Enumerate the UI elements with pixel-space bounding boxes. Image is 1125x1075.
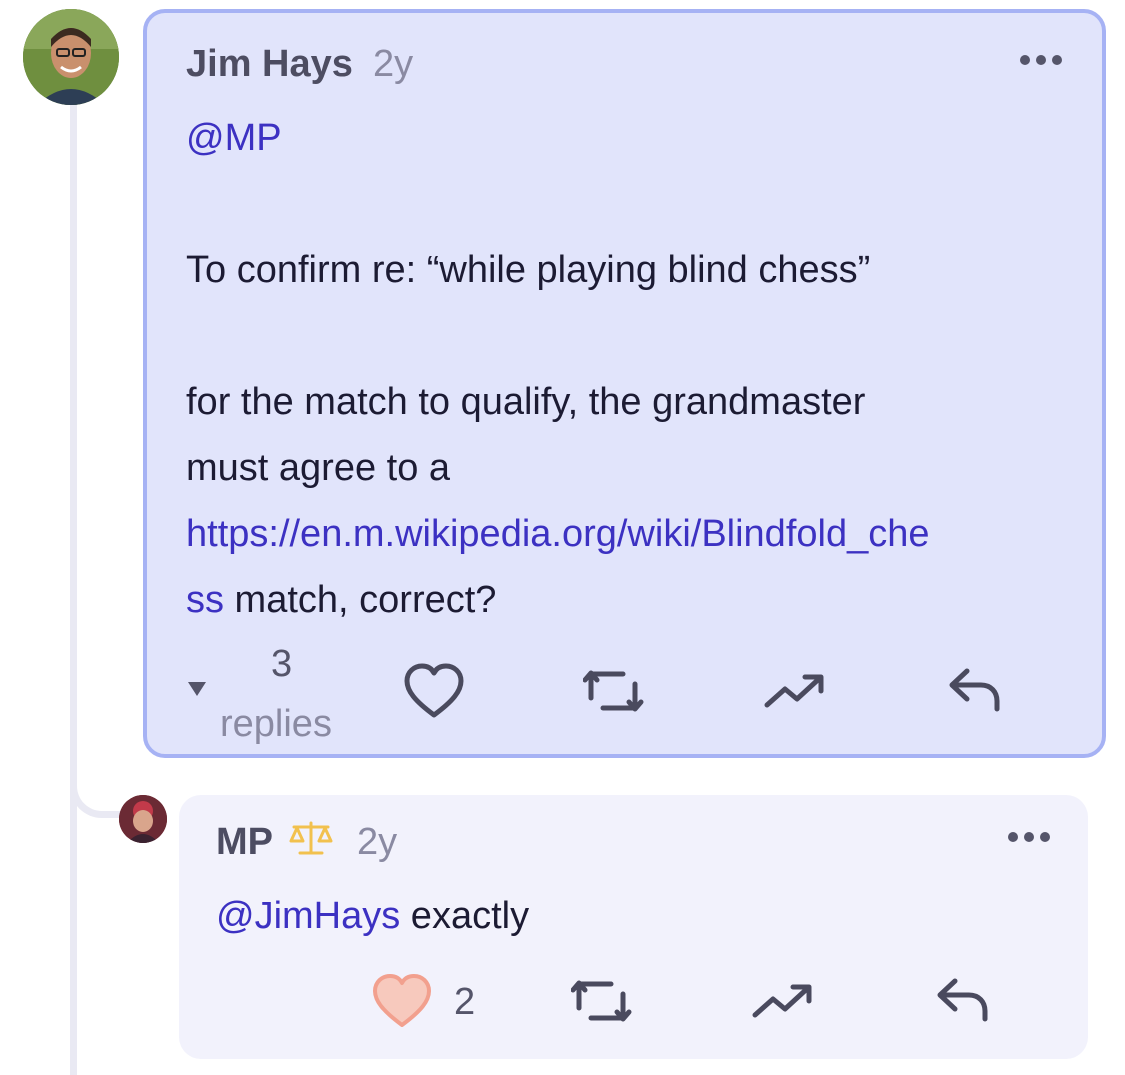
reply-card: MP 2y @JimHays exactly 2 bbox=[179, 795, 1088, 1059]
reply-arrow-icon[interactable] bbox=[947, 667, 1003, 713]
author-name[interactable]: MP bbox=[216, 821, 273, 864]
mention-link[interactable]: @JimHays bbox=[216, 895, 400, 937]
like-count: 2 bbox=[454, 981, 476, 1023]
mention-link[interactable]: @MP bbox=[186, 117, 282, 159]
heart-icon[interactable] bbox=[403, 663, 465, 719]
reply-body: @JimHays exactly bbox=[216, 883, 529, 949]
thread-line bbox=[70, 100, 77, 1075]
replies-label[interactable]: replies bbox=[220, 703, 332, 746]
body-line: must agree to a bbox=[186, 447, 451, 489]
timestamp[interactable]: 2y bbox=[373, 43, 413, 86]
avatar-image bbox=[23, 9, 119, 105]
thread-branch bbox=[70, 740, 124, 818]
reply-text: exactly bbox=[400, 895, 530, 937]
wiki-link-continued[interactable]: ss bbox=[186, 579, 224, 621]
avatar-image bbox=[119, 795, 167, 843]
triangle-down-icon[interactable] bbox=[187, 681, 207, 697]
replies-count[interactable]: 3 bbox=[271, 643, 292, 686]
body-line: match, correct? bbox=[224, 579, 497, 621]
balance-scale-icon bbox=[289, 821, 333, 855]
repost-icon[interactable] bbox=[571, 978, 633, 1024]
comment-body: @MP To confirm re: “while playing blind … bbox=[186, 105, 1086, 633]
comment-card: Jim Hays 2y @MP To confirm re: “while pl… bbox=[143, 9, 1106, 758]
more-horizontal-icon[interactable] bbox=[1007, 830, 1051, 844]
wiki-link[interactable]: https://en.m.wikipedia.org/wiki/Blindfol… bbox=[186, 513, 930, 555]
author-name[interactable]: Jim Hays bbox=[186, 43, 353, 86]
body-line: To confirm re: “while playing blind ches… bbox=[186, 249, 871, 291]
heart-icon[interactable] bbox=[371, 973, 433, 1029]
repost-icon[interactable] bbox=[583, 668, 645, 714]
timestamp[interactable]: 2y bbox=[357, 821, 397, 864]
reply-arrow-icon[interactable] bbox=[935, 977, 991, 1023]
avatar[interactable] bbox=[119, 795, 167, 843]
more-horizontal-icon[interactable] bbox=[1019, 53, 1063, 67]
trending-up-icon[interactable] bbox=[751, 981, 815, 1021]
avatar[interactable] bbox=[23, 9, 119, 105]
body-line: for the match to qualify, the grandmaste… bbox=[186, 381, 866, 423]
trending-up-icon[interactable] bbox=[763, 671, 827, 711]
